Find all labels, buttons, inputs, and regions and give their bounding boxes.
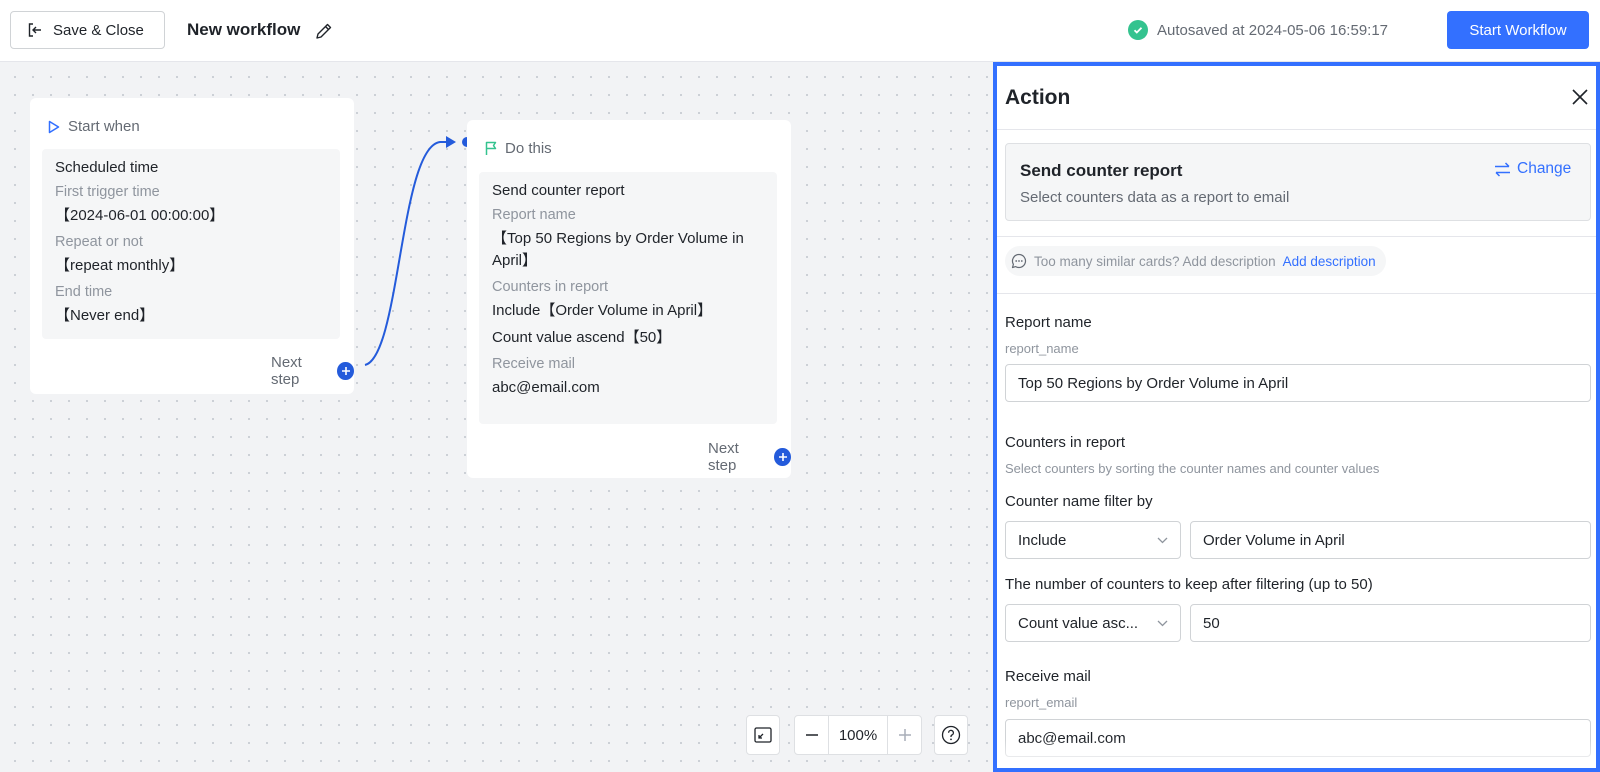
change-label: Change xyxy=(1517,160,1572,177)
first-trigger-value: 【2024-06-01 00:00:00】 xyxy=(55,207,225,224)
divider xyxy=(997,236,1596,237)
autosave-status: Autosaved at 2024-05-06 16:59:17 xyxy=(1128,20,1388,40)
action-panel: Action Send counter report Select counte… xyxy=(993,62,1600,772)
report-name-label: Report name xyxy=(1005,314,1092,331)
counters-value-filter: Include【Order Volume in April】 xyxy=(492,302,713,319)
receive-mail-input[interactable]: abc@email.com xyxy=(1005,719,1591,757)
filter-type-select[interactable]: Include xyxy=(1005,521,1181,559)
start-card-body: Scheduled time First trigger time 【2024-… xyxy=(42,149,340,339)
workflow-canvas[interactable]: Start when Scheduled time First trigger … xyxy=(0,62,993,772)
panel-title: Action xyxy=(1005,86,1071,109)
add-description-link[interactable]: Add description xyxy=(1283,254,1376,269)
trigger-title: Scheduled time xyxy=(55,159,159,176)
action-title: Send counter report xyxy=(492,182,625,199)
change-action-button[interactable]: Change xyxy=(1494,160,1571,178)
workflow-title: New workflow xyxy=(187,20,301,39)
first-trigger-label: First trigger time xyxy=(55,184,160,200)
report-name-value: 【Top 50 Regions by Order Volume in April… xyxy=(492,230,744,269)
next-step-label: Next step xyxy=(708,440,739,474)
report-name-label: Report name xyxy=(492,207,576,223)
repeat-label: Repeat or not xyxy=(55,234,143,250)
do-this-label: Do this xyxy=(505,140,552,157)
report-name-variable: report_name xyxy=(1005,341,1079,356)
hint-text: Too many similar cards? Add description xyxy=(1034,253,1276,269)
counters-label: Counters in report xyxy=(1005,434,1126,451)
do-card-body: Send counter report Report name 【Top 50 … xyxy=(479,172,777,424)
top-bar: Save & Close New workflow Autosaved at 2… xyxy=(0,0,1600,62)
edit-pencil-icon[interactable] xyxy=(314,21,334,41)
add-step-icon[interactable] xyxy=(337,362,354,380)
zoom-out-button[interactable] xyxy=(795,716,829,754)
minus-icon xyxy=(805,734,818,736)
counters-description: Select counters by sorting the counter n… xyxy=(1005,461,1380,476)
save-close-button[interactable]: Save & Close xyxy=(10,11,165,49)
next-step-label: Next step xyxy=(271,354,302,388)
check-circle-icon xyxy=(1128,20,1148,40)
plus-icon xyxy=(898,729,911,741)
receive-mail-value: abc@email.com xyxy=(492,379,600,396)
zoom-control: 100% xyxy=(794,715,922,755)
chevron-down-icon xyxy=(1157,620,1168,626)
do-this-card[interactable]: Do this Send counter report Report name … xyxy=(467,120,791,478)
receive-mail-label: Receive mail xyxy=(1005,668,1091,685)
filter-value-input[interactable]: Order Volume in April xyxy=(1190,521,1591,559)
close-icon[interactable] xyxy=(1571,88,1589,106)
start-workflow-button[interactable]: Start Workflow xyxy=(1447,11,1589,49)
start-when-label: Start when xyxy=(68,118,140,135)
start-when-card[interactable]: Start when Scheduled time First trigger … xyxy=(30,98,354,394)
sort-order-value: Count value asc... xyxy=(1018,614,1139,632)
flag-icon xyxy=(485,141,497,155)
end-time-value: 【Never end】 xyxy=(55,307,155,324)
divider xyxy=(997,293,1596,294)
help-button[interactable] xyxy=(934,715,968,755)
fit-view-button[interactable] xyxy=(746,715,780,755)
swap-icon xyxy=(1495,161,1510,177)
action-title: Send counter report xyxy=(1020,161,1183,180)
report-name-input[interactable]: Top 50 Regions by Order Volume in April xyxy=(1005,364,1591,402)
help-icon xyxy=(941,725,961,745)
keep-count-input[interactable]: 50 xyxy=(1190,604,1591,642)
fit-screen-icon xyxy=(754,727,772,743)
save-close-label: Save & Close xyxy=(53,21,144,39)
add-step-icon[interactable] xyxy=(774,448,791,466)
divider xyxy=(997,129,1596,130)
counters-label: Counters in report xyxy=(492,279,609,295)
end-time-label: End time xyxy=(55,284,113,300)
filter-type-value: Include xyxy=(1018,531,1067,549)
zoom-level: 100% xyxy=(838,726,878,744)
repeat-value: 【repeat monthly】 xyxy=(55,257,185,274)
autosave-text: Autosaved at 2024-05-06 16:59:17 xyxy=(1157,21,1389,39)
counters-value-sort: Count value ascend【50】 xyxy=(492,329,672,346)
keep-count-label: The number of counters to keep after fil… xyxy=(1005,576,1373,593)
start-next-step[interactable]: Next step xyxy=(271,354,354,388)
play-icon xyxy=(48,120,60,133)
filter-by-label: Counter name filter by xyxy=(1005,493,1153,510)
do-next-step[interactable]: Next step xyxy=(708,440,791,474)
selected-action-card: Send counter report Select counters data… xyxy=(1005,143,1591,221)
receive-mail-label: Receive mail xyxy=(492,356,575,372)
zoom-in-button[interactable] xyxy=(887,716,921,754)
exit-icon xyxy=(28,23,41,37)
sort-order-select[interactable]: Count value asc... xyxy=(1005,604,1181,642)
start-when-header: Start when xyxy=(48,118,140,135)
action-description: Select counters data as a report to emai… xyxy=(1020,189,1290,206)
description-hint: Too many similar cards? Add description … xyxy=(1005,246,1386,276)
do-this-header: Do this xyxy=(485,140,552,157)
comment-icon xyxy=(1011,253,1027,269)
chevron-down-icon xyxy=(1157,537,1168,543)
receive-mail-variable: report_email xyxy=(1005,695,1078,710)
